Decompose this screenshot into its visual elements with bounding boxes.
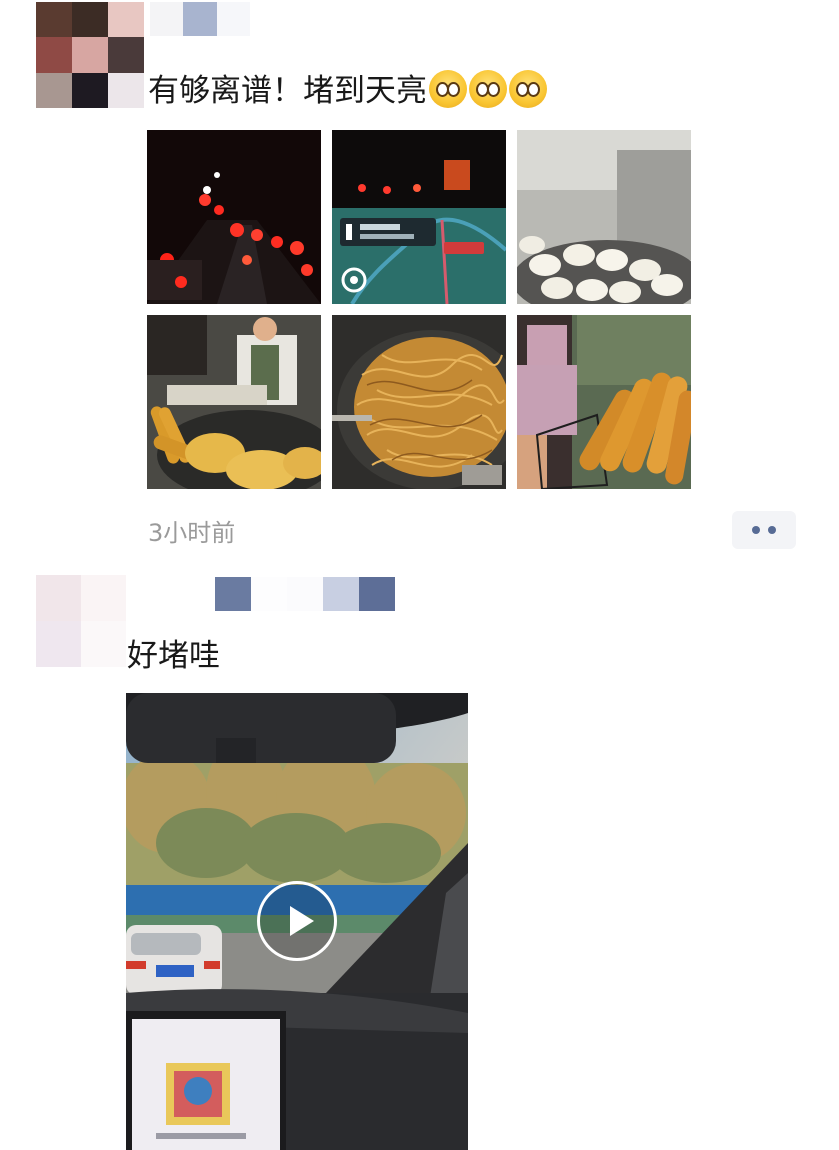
post-text: 好堵哇 [127, 638, 220, 674]
photo-steamed-buns[interactable] [517, 130, 691, 304]
nickname-blurred[interactable] [215, 577, 395, 611]
two-dots-icon [752, 526, 760, 534]
comment-like-button[interactable] [732, 511, 796, 549]
play-icon[interactable] [257, 881, 337, 961]
post-text: 有够离谱！堵到天亮 [148, 70, 547, 111]
grimace-emoji-icon [469, 70, 507, 108]
two-dots-icon [768, 526, 776, 534]
photo-traffic-jam-night[interactable] [147, 130, 321, 304]
grimace-emoji-icon [509, 70, 547, 108]
grimace-emoji-icon [429, 70, 467, 108]
avatar[interactable] [36, 575, 126, 667]
photo-car-navigation[interactable] [332, 130, 506, 304]
photo-fried-dough-sticks[interactable] [517, 315, 691, 489]
post-text-content: 有够离谱！堵到天亮 [148, 73, 427, 109]
photo-fried-dough-stall[interactable] [147, 315, 321, 489]
photo-fried-noodles[interactable] [332, 315, 506, 489]
post-time: 3小时前 [148, 519, 236, 547]
avatar[interactable] [36, 2, 144, 108]
nickname-blurred[interactable] [150, 2, 250, 36]
video-thumbnail[interactable] [126, 693, 468, 1150]
